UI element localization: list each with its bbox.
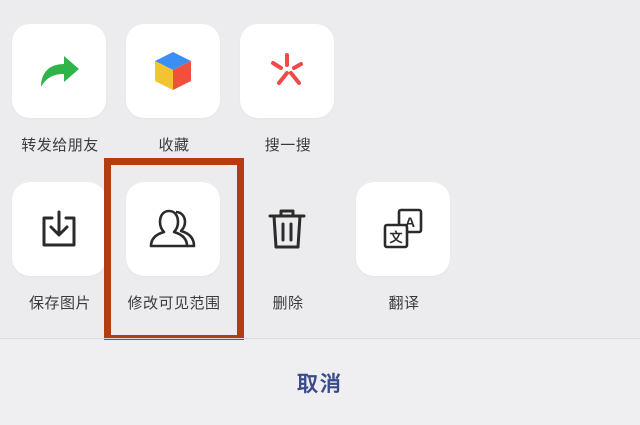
favorite-tile[interactable] [126,24,220,118]
forward-arrow-icon [41,56,79,87]
highlight-box [104,158,244,342]
forward-tile[interactable] [12,24,106,118]
translate-en-glyph: A [405,214,415,230]
delete-label: 删除 [272,294,304,312]
search-spark-icon [271,53,303,85]
translate-action[interactable]: A 文 翻译 [356,182,452,313]
divider [0,338,640,339]
forward-to-friend-action[interactable]: 转发给朋友 [12,24,108,155]
save-image-label: 保存图片 [28,294,91,312]
search-tile[interactable] [240,24,334,118]
save-image-tile[interactable] [12,182,106,276]
delete-action[interactable]: 删除 [240,182,336,313]
translate-icon: A 文 [383,208,423,249]
translate-zh-glyph: 文 [389,230,403,246]
forward-label: 转发给朋友 [21,136,99,154]
search-action[interactable]: 搜一搜 [240,24,336,155]
save-image-action[interactable]: 保存图片 [12,182,108,313]
trash-icon [268,209,306,249]
action-sheet: 转发给朋友 收藏 搜一搜 保存图片 修改可见范围 删除 A 文 翻译 取消 [0,0,640,425]
save-download-icon [42,210,76,247]
translate-label: 翻译 [388,294,420,312]
search-label: 搜一搜 [264,136,312,154]
favorite-action[interactable]: 收藏 [126,24,222,155]
cancel-button[interactable]: 取消 [0,340,640,425]
translate-tile[interactable]: A 文 [356,182,450,276]
favorite-label: 收藏 [158,136,190,154]
favorite-cube-icon [155,52,191,90]
delete-tile[interactable] [240,182,334,276]
